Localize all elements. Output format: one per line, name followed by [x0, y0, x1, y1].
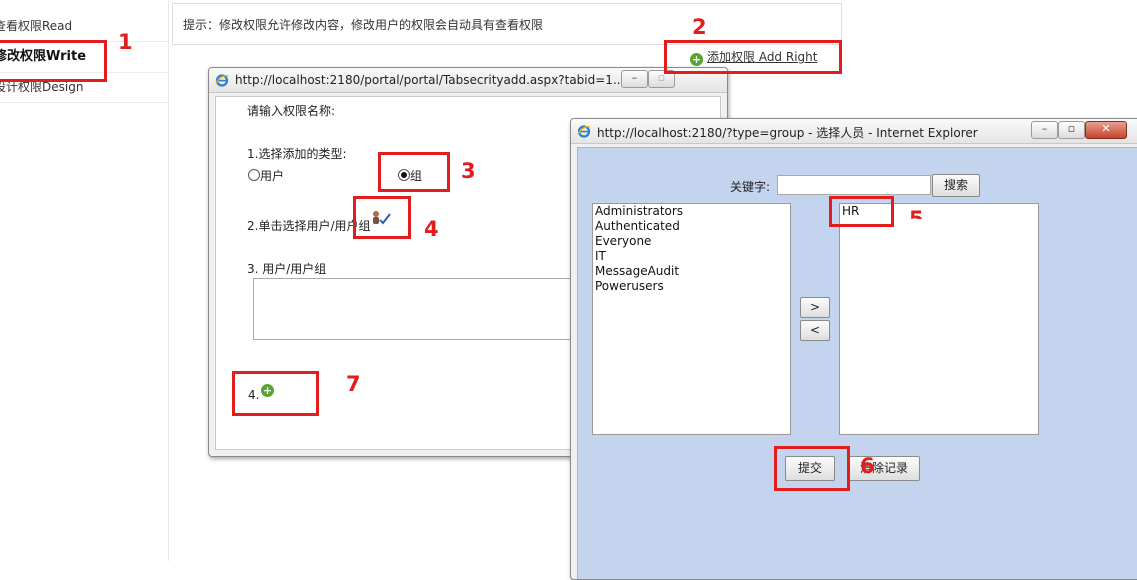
annotation-number-1: 1 — [118, 30, 133, 54]
move-right-button[interactable]: > — [800, 297, 830, 318]
users-groups-textarea[interactable] — [253, 278, 585, 340]
sidebar-item-read[interactable]: 查看权限Read — [0, 11, 168, 42]
window-titlebar[interactable]: http://localhost:2180/?type=group - 选择人员… — [571, 119, 1137, 144]
option-user[interactable]: 用户 — [248, 167, 284, 184]
clear-records-button[interactable]: 清除记录 — [848, 456, 920, 481]
available-group-item[interactable]: MessageAudit — [593, 264, 790, 279]
annotation-box-7 — [232, 371, 319, 416]
users-groups-label: 3. 用户/用户组 — [247, 262, 327, 276]
search-button[interactable]: 搜索 — [932, 174, 980, 197]
keyword-label: 关键字: — [730, 180, 771, 194]
annotation-box-2 — [664, 40, 842, 74]
ie-icon — [215, 74, 229, 87]
window-title: http://localhost:2180/?type=group - 选择人员… — [597, 126, 978, 140]
annotation-number-2: 2 — [692, 15, 707, 39]
annotation-box-6 — [774, 446, 850, 491]
user-radio[interactable] — [248, 169, 260, 181]
annotation-box-3 — [378, 152, 450, 192]
annotation-box-5 — [829, 196, 894, 227]
available-group-item[interactable]: Powerusers — [593, 279, 790, 294]
annotation-number-7: 7 — [346, 372, 361, 396]
annotation-box-1 — [0, 40, 107, 82]
available-group-item[interactable]: Authenticated — [593, 219, 790, 234]
keyword-input[interactable] — [777, 175, 931, 195]
select-people-window: http://localhost:2180/?type=group - 选择人员… — [570, 118, 1137, 580]
hint-text: 提示：修改权限允许修改内容，修改用户的权限会自动具有查看权限 — [183, 18, 544, 32]
sidebar: 查看权限Read 修改权限Write 设计权限Design — [0, 0, 168, 561]
annotation-box-4 — [353, 196, 411, 239]
minimize-button[interactable]: – — [1031, 121, 1058, 139]
annotation-number-6: 6 — [860, 454, 875, 478]
window-title: http://localhost:2180/portal/portal/Tabs… — [235, 73, 625, 87]
select-users-label: 2.单击选择用户/用户组 — [247, 219, 371, 233]
close-button[interactable]: ✕ — [1085, 121, 1127, 139]
hint-bar: 提示：修改权限允许修改内容，修改用户的权限会自动具有查看权限 — [172, 3, 842, 45]
minimize-button[interactable]: – — [621, 70, 648, 88]
available-group-item[interactable]: Administrators — [593, 204, 790, 219]
available-groups-list[interactable]: Administrators Authenticated Everyone IT Mes… — [592, 203, 791, 435]
permission-name-label: 请输入权限名称: — [247, 104, 336, 118]
selected-groups-list[interactable]: HR — [839, 203, 1039, 435]
available-group-item[interactable]: Everyone — [593, 234, 790, 249]
annotation-number-5: 5 — [909, 209, 924, 219]
sidebar-divider — [168, 0, 169, 561]
available-group-item[interactable]: IT — [593, 249, 790, 264]
move-left-button[interactable]: < — [800, 320, 830, 341]
maximize-button[interactable]: ▫ — [1058, 121, 1085, 139]
ie-icon — [577, 125, 591, 138]
window-titlebar[interactable]: http://localhost:2180/portal/portal/Tabs… — [209, 68, 727, 93]
type-label: 1.选择添加的类型: — [247, 147, 347, 161]
annotation-number-4: 4 — [424, 217, 439, 241]
annotation-number-3: 3 — [461, 159, 476, 183]
